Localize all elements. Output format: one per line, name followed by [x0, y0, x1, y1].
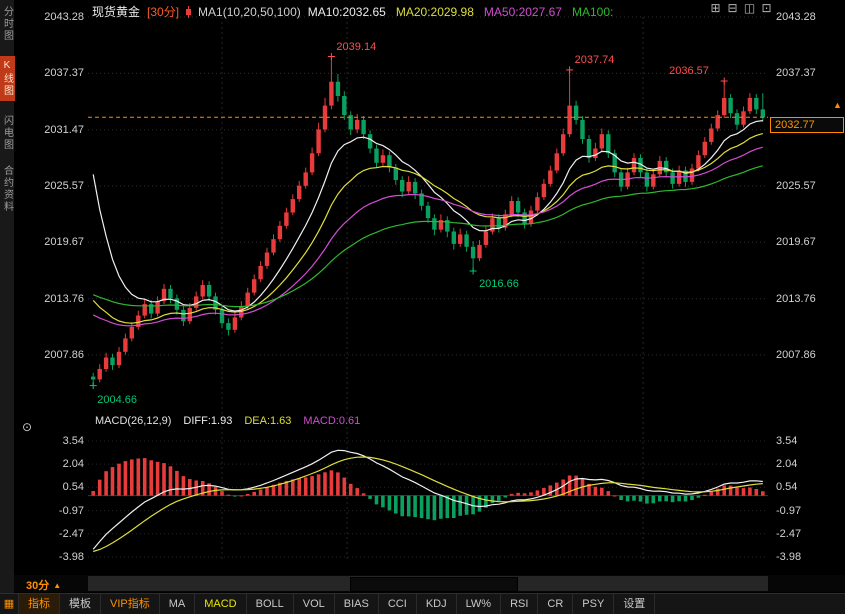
- macd-header-part-0: MACD(26,12,9): [95, 415, 171, 427]
- sidebar-tab-active[interactable]: K线图: [0, 56, 15, 101]
- period-selector[interactable]: 30分 ▲: [26, 577, 61, 593]
- price-tick-right: 2043.28: [776, 11, 824, 23]
- toolbar-tab-PSY[interactable]: PSY: [573, 594, 614, 614]
- scrollbar-track[interactable]: [88, 576, 768, 591]
- toolbar-tab-BOLL[interactable]: BOLL: [247, 594, 294, 614]
- chart-header: 现货黄金 [30分] MA1(10,20,50,100) MA10:2032.6…: [92, 3, 613, 20]
- kline-icon: [184, 6, 193, 18]
- macd-tick-right: 0.54: [776, 481, 824, 493]
- price-tick-right: 2007.86: [776, 349, 824, 361]
- interval-tag: [30分]: [147, 3, 179, 20]
- trading-app-window: 现货黄金 [30分] MA1(10,20,50,100) MA10:2032.6…: [0, 0, 845, 614]
- low-price-label: 2016.66: [479, 278, 519, 290]
- indicator-grid-icon[interactable]: ▦: [0, 594, 19, 614]
- macd-header-part-3: MACD:0.61: [303, 415, 360, 427]
- sidebar-tab-item[interactable]: 分时图: [0, 6, 15, 42]
- price-tick-right: 2025.57: [776, 180, 824, 192]
- sidebar-tab-item[interactable]: 闪电图: [0, 115, 15, 151]
- left-sidebar: 分时图 K线图闪电图合约资料: [0, 0, 14, 614]
- sidebar-tab-item[interactable]: 合约资料: [0, 165, 15, 213]
- toolbar-tab-CCI[interactable]: CCI: [379, 594, 417, 614]
- current-price-tag: 2032.77: [770, 117, 844, 133]
- layout-vertical-icon[interactable]: ◫: [743, 2, 756, 15]
- toolbar-tab-BIAS[interactable]: BIAS: [335, 594, 379, 614]
- price-tick-left: 2025.57: [36, 180, 84, 192]
- indicator-target-icon[interactable]: ⊙: [22, 420, 32, 434]
- toolbar-tab-RSI[interactable]: RSI: [501, 594, 538, 614]
- toolbar-tab-设置[interactable]: 设置: [614, 594, 655, 614]
- price-up-arrow-icon: ▲: [833, 100, 842, 110]
- price-tick-left: 2013.76: [36, 293, 84, 305]
- ma-legend-label: MA1(10,20,50,100): [198, 5, 301, 19]
- price-tick-left: 2037.37: [36, 67, 84, 79]
- toolbar-tab-VIP指标[interactable]: VIP指标: [101, 594, 160, 614]
- toolbar-tab-指标[interactable]: 指标: [19, 594, 60, 614]
- time-axis-bar: 30分 ▲ 01/19001/24: [0, 575, 845, 592]
- macd-header: MACD(26,12,9) DIFF:1.93 DEA:1.63 MACD:0.61: [95, 415, 360, 427]
- macd-header-part-1: DIFF:1.93: [183, 415, 232, 427]
- layout-single-icon[interactable]: ⊡: [760, 2, 773, 15]
- kline-chart-canvas[interactable]: [0, 0, 845, 614]
- ma-value-ma50: MA50:2027.67: [484, 5, 562, 19]
- price-tick-left: 2031.47: [36, 124, 84, 136]
- high-price-label: 2039.14: [336, 41, 376, 53]
- macd-tick-left: 0.54: [36, 481, 84, 493]
- ma-value-ma20: MA20:2029.98: [396, 5, 474, 19]
- layout-horizontal-icon[interactable]: ⊟: [726, 2, 739, 15]
- ma-values: MA10:2032.65 MA20:2029.98 MA50:2027.67 MA10…: [308, 5, 614, 19]
- period-label: 30分: [26, 577, 49, 593]
- macd-tick-right: -0.97: [776, 505, 824, 517]
- toolbar-tab-MA[interactable]: MA: [160, 594, 196, 614]
- price-tick-right: 2013.76: [776, 293, 824, 305]
- high-price-label: 2037.74: [575, 54, 615, 66]
- ma-value-ma100: MA100:: [572, 5, 613, 19]
- macd-header-part-2: DEA:1.63: [244, 415, 291, 427]
- toolbar-tab-CR[interactable]: CR: [538, 594, 573, 614]
- high-price-label: 2036.57: [669, 65, 709, 77]
- price-tick-left: 2007.86: [36, 349, 84, 361]
- instrument-title: 现货黄金: [92, 3, 140, 20]
- toolbar-tab-VOL[interactable]: VOL: [294, 594, 335, 614]
- macd-tick-left: -0.97: [36, 505, 84, 517]
- toolbar-tab-LW%[interactable]: LW%: [457, 594, 501, 614]
- toolbar-tab-KDJ[interactable]: KDJ: [417, 594, 457, 614]
- toolbar-tab-模板[interactable]: 模板: [60, 594, 101, 614]
- macd-tick-right: 3.54: [776, 435, 824, 447]
- low-price-label: 2004.66: [97, 394, 137, 406]
- moving-average-lines: [93, 121, 763, 326]
- price-tick-left: 2043.28: [36, 11, 84, 23]
- price-tick-left: 2019.67: [36, 236, 84, 248]
- price-tick-right: 2037.37: [776, 67, 824, 79]
- price-tick-right: 2019.67: [776, 236, 824, 248]
- macd-tick-left: -3.98: [36, 551, 84, 563]
- window-controls: ⊞ ⊟ ◫ ⊡: [709, 2, 773, 15]
- ma-value-ma10: MA10:2032.65: [308, 5, 386, 19]
- toolbar-tab-MACD[interactable]: MACD: [195, 594, 246, 614]
- macd-tick-right: -3.98: [776, 551, 824, 563]
- period-up-icon: ▲: [53, 581, 61, 590]
- bottom-toolbar: ▦ 指标模板VIP指标MAMACDBOLLVOLBIASCCIKDJLW%RSI…: [0, 593, 845, 614]
- macd-tick-right: 2.04: [776, 458, 824, 470]
- macd-tick-right: -2.47: [776, 528, 824, 540]
- macd-tick-left: -2.47: [36, 528, 84, 540]
- scrollbar-thumb[interactable]: [350, 577, 518, 592]
- macd-tick-left: 3.54: [36, 435, 84, 447]
- layout-grid-icon[interactable]: ⊞: [709, 2, 722, 15]
- macd-tick-left: 2.04: [36, 458, 84, 470]
